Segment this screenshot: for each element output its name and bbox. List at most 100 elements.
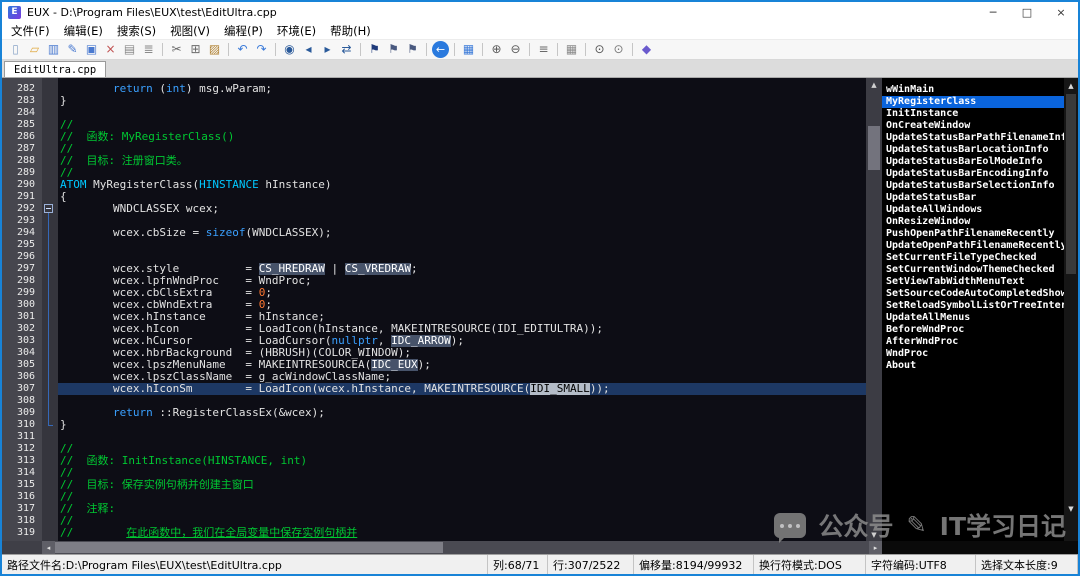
function-item[interactable]: WndProc — [882, 348, 1064, 360]
scroll-left-icon[interactable]: ◂ — [42, 541, 55, 554]
code-line[interactable]: 303 wcex.hCursor = LoadCursor(nullptr, I… — [2, 335, 866, 347]
function-item[interactable]: UpdateStatusBarLocationInfo — [882, 144, 1064, 156]
code-line[interactable]: 301 wcex.hInstance = hInstance; — [2, 311, 866, 323]
function-item[interactable]: PushOpenPathFilenameRecently — [882, 228, 1064, 240]
fold-marker-icon[interactable] — [44, 204, 53, 213]
function-item[interactable]: SetCurrentWindowThemeChecked — [882, 264, 1064, 276]
save-as-icon[interactable]: ✎ — [64, 41, 81, 58]
menu-view[interactable]: 视图(V) — [163, 23, 217, 39]
bookmark-next-icon[interactable]: ⚑ — [404, 41, 421, 58]
function-item[interactable]: MyRegisterClass — [882, 96, 1064, 108]
redo-icon[interactable]: ↷ — [253, 41, 270, 58]
function-item[interactable]: OnResizeWindow — [882, 216, 1064, 228]
code-line[interactable]: 289// — [2, 167, 866, 179]
code-line[interactable]: 294 wcex.cbSize = sizeof(WNDCLASSEX); — [2, 227, 866, 239]
function-item[interactable]: UpdateStatusBar — [882, 192, 1064, 204]
code-line[interactable]: 285// — [2, 119, 866, 131]
editor-vertical-scrollbar[interactable]: ▲ ▼ — [866, 78, 882, 541]
function-item[interactable]: SetViewTabWidthMenuText — [882, 276, 1064, 288]
menu-help[interactable]: 帮助(H) — [323, 23, 378, 39]
function-item[interactable]: BeforeWndProc — [882, 324, 1064, 336]
code-line[interactable]: 283} — [2, 95, 866, 107]
code-line[interactable]: 282 return (int) msg.wParam; — [2, 83, 866, 95]
magnifier-icon[interactable]: ⊙ — [591, 41, 608, 58]
code-line[interactable]: 293 — [2, 215, 866, 227]
function-item[interactable]: UpdateAllWindows — [882, 204, 1064, 216]
function-item[interactable]: SetCurrentFileTypeChecked — [882, 252, 1064, 264]
code-line[interactable]: 311 — [2, 431, 866, 443]
code-line[interactable]: 292 WNDCLASSEX wcex; — [2, 203, 866, 215]
code-line[interactable]: 295 — [2, 239, 866, 251]
navigate-back-icon[interactable]: ← — [432, 41, 449, 58]
code-line[interactable]: 304 wcex.hbrBackground = (HBRUSH)(COLOR_… — [2, 347, 866, 359]
hex-view-icon[interactable]: ▦ — [460, 41, 477, 58]
menu-edit[interactable]: 编辑(E) — [57, 23, 110, 39]
code-line[interactable]: 290ATOM MyRegisterClass(HINSTANCE hInsta… — [2, 179, 866, 191]
code-line[interactable]: 312// — [2, 443, 866, 455]
find-prev-icon[interactable]: ◂ — [300, 41, 317, 58]
find-icon[interactable]: ◉ — [281, 41, 298, 58]
code-editor[interactable]: 282 return (int) msg.wParam;283}284285//… — [2, 78, 866, 541]
close-button[interactable]: × — [1044, 2, 1078, 22]
copy-icon[interactable]: ⊞ — [187, 41, 204, 58]
code-line[interactable]: 298 wcex.lpfnWndProc = WndProc; — [2, 275, 866, 287]
code-line[interactable]: 315// 目标: 保存实例句柄并创建主窗口 — [2, 479, 866, 491]
function-list-scrollbar[interactable]: ▲ ▼ — [1064, 78, 1078, 541]
print-icon[interactable]: ▤ — [121, 41, 138, 58]
replace-icon[interactable]: ⇄ — [338, 41, 355, 58]
code-line[interactable]: 308 — [2, 395, 866, 407]
cut-icon[interactable]: ✂ — [168, 41, 185, 58]
horizontal-scrollbar[interactable]: ◂ ▸ — [2, 541, 882, 554]
scroll-up-icon[interactable]: ▲ — [866, 78, 882, 91]
code-line[interactable]: 317// 注释: — [2, 503, 866, 515]
current-code-line[interactable]: 307 wcex.hIconSm = LoadIcon(wcex.hInstan… — [2, 383, 866, 395]
function-item[interactable]: wWinMain — [882, 84, 1064, 96]
code-line[interactable]: 314// — [2, 467, 866, 479]
code-line[interactable]: 299 wcex.cbClsExtra = 0; — [2, 287, 866, 299]
bookmark-prev-icon[interactable]: ⚑ — [385, 41, 402, 58]
code-line[interactable]: 288// 目标: 注册窗口类。 — [2, 155, 866, 167]
menu-search[interactable]: 搜索(S) — [110, 23, 163, 39]
code-line[interactable]: 286// 函数: MyRegisterClass() — [2, 131, 866, 143]
undo-icon[interactable]: ↶ — [234, 41, 251, 58]
find-next-icon[interactable]: ▸ — [319, 41, 336, 58]
code-line[interactable]: 305 wcex.lpszMenuName = MAKEINTRESOURCEA… — [2, 359, 866, 371]
magnifier2-icon[interactable]: ⊙ — [610, 41, 627, 58]
code-line[interactable]: 300 wcex.cbWndExtra = 0; — [2, 299, 866, 311]
code-line[interactable]: 284 — [2, 107, 866, 119]
code-line[interactable]: 313// 函数: InitInstance(HINSTANCE, int) — [2, 455, 866, 467]
code-line[interactable]: 296 — [2, 251, 866, 263]
paste-icon[interactable]: ▨ — [206, 41, 223, 58]
code-line[interactable]: 297 wcex.style = CS_HREDRAW | CS_VREDRAW… — [2, 263, 866, 275]
code-line[interactable]: 316// — [2, 491, 866, 503]
code-line[interactable]: 287// — [2, 143, 866, 155]
function-item[interactable]: UpdateAllMenus — [882, 312, 1064, 324]
open-file-icon[interactable]: ▱ — [26, 41, 43, 58]
scroll-up-icon[interactable]: ▲ — [1064, 80, 1078, 92]
page-list-icon[interactable]: ≣ — [140, 41, 157, 58]
function-item[interactable]: UpdateStatusBarPathFilenameInfo — [882, 132, 1064, 144]
save-file-icon[interactable]: ▥ — [45, 41, 62, 58]
close-file-icon[interactable]: × — [102, 41, 119, 58]
code-line[interactable]: 318// — [2, 515, 866, 527]
code-line[interactable]: 291{ — [2, 191, 866, 203]
maximize-button[interactable]: □ — [1010, 2, 1044, 22]
function-list-scroll-thumb[interactable] — [1066, 94, 1076, 274]
zoom-in-icon[interactable]: ⊕ — [488, 41, 505, 58]
code-line[interactable]: 302 wcex.hIcon = LoadIcon(hInstance, MAK… — [2, 323, 866, 335]
function-item[interactable]: UpdateStatusBarSelectionInfo — [882, 180, 1064, 192]
code-line[interactable]: 306 wcex.lpszClassName = g_acWindowClass… — [2, 371, 866, 383]
new-file-icon[interactable]: ▯ — [7, 41, 24, 58]
tab-editultra-cpp[interactable]: EditUltra.cpp — [4, 61, 106, 77]
bookmark-toggle-icon[interactable]: ⚑ — [366, 41, 383, 58]
menu-file[interactable]: 文件(F) — [4, 23, 57, 39]
scroll-down-icon[interactable]: ▼ — [1064, 503, 1078, 515]
function-item[interactable]: UpdateStatusBarEncodingInfo — [882, 168, 1064, 180]
code-line[interactable]: 309 return ::RegisterClassEx(&wcex); — [2, 407, 866, 419]
editor-scroll-thumb[interactable] — [868, 126, 880, 170]
function-item[interactable]: SetSourceCodeAutoCompletedShowA — [882, 288, 1064, 300]
code-line[interactable]: 310} — [2, 419, 866, 431]
code-line[interactable]: 319// 在此函数中，我们在全局变量中保存实例句柄并 — [2, 527, 866, 539]
word-wrap-icon[interactable]: ≡ — [535, 41, 552, 58]
minimize-button[interactable]: ─ — [976, 2, 1010, 22]
